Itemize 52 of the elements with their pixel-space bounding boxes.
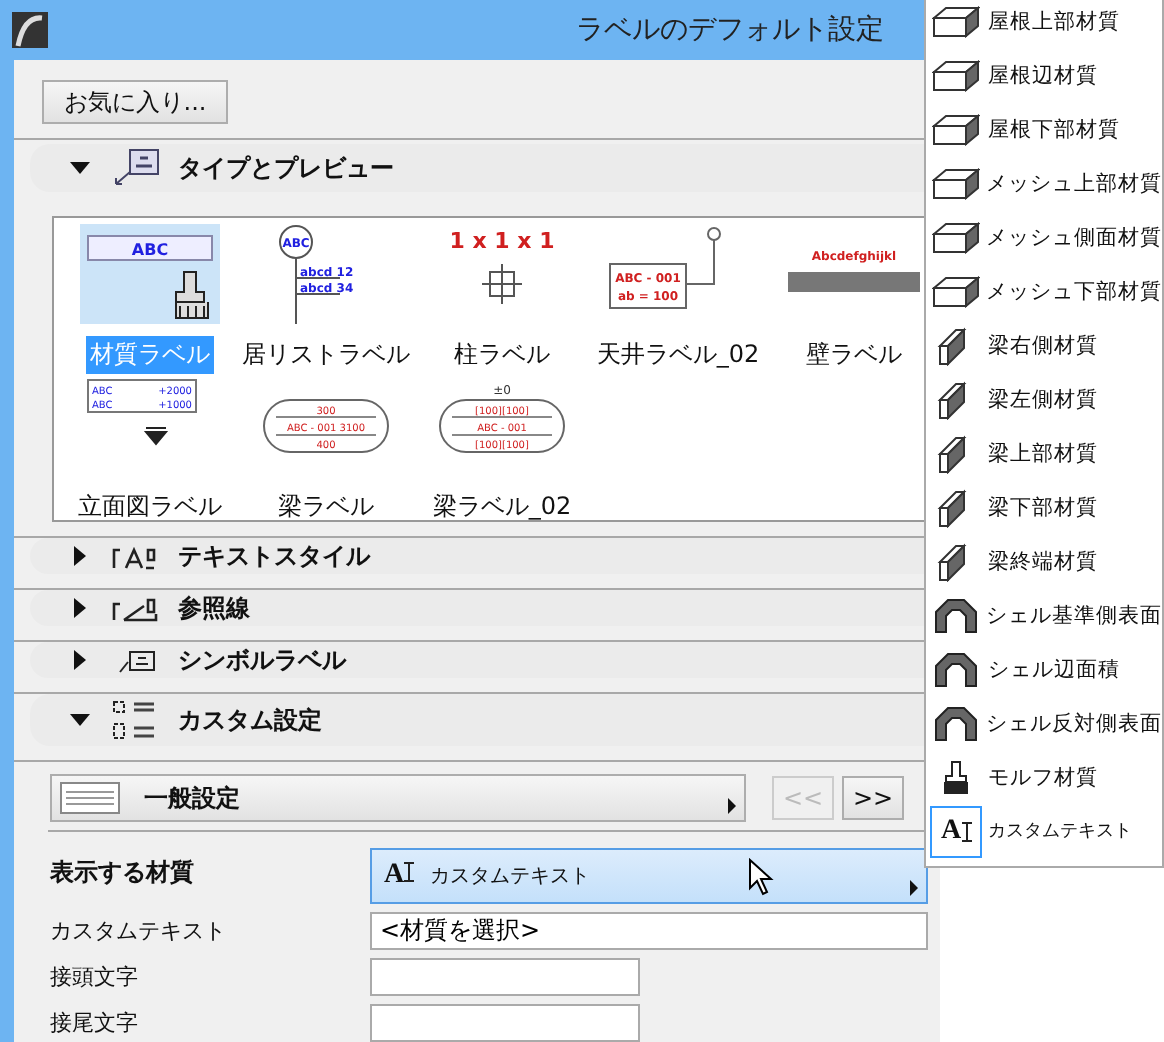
custom-text-icon: A [930,805,982,857]
field-label: 接尾文字 [50,1008,140,1038]
field-label: 接頭文字 [50,962,140,992]
preview-text: 1 x 1 x 1 [449,228,555,254]
section-title: シンボルラベル [178,643,346,677]
menu-item[interactable]: メッシュ下部材質 [930,264,1162,318]
menu-item[interactable]: 屋根上部材質 [930,0,1162,48]
app-logo-icon [12,12,48,48]
section-title: 参照線 [178,591,250,625]
panel-dropdown[interactable]: 一般設定 [50,774,746,822]
menu-item[interactable]: モルフ材質 [930,750,1162,804]
field-label: 表示する材質 [50,856,196,890]
label-type-name[interactable]: 壁ラベル [802,336,906,374]
mouse-cursor-icon [748,858,776,898]
menu-item[interactable]: 梁左側材質 [930,372,1162,426]
label-preview-drawing[interactable]: ABC [80,224,220,324]
expand-triangle-icon[interactable] [74,650,86,670]
label-type-name[interactable]: 立面図ラベル [74,488,226,526]
label-type-name[interactable]: 天井ラベル_02 [592,336,764,374]
expand-triangle-icon[interactable] [70,714,90,726]
field-label: カスタムテキスト [50,916,228,946]
next-button[interactable]: >> [842,776,904,820]
preview-text: ABC [131,241,169,259]
leader-line-icon [110,594,162,622]
input-field[interactable] [370,958,640,996]
window-title: ラベルのデフォルト設定 [576,12,884,48]
section-title: テキストスタイル [178,539,370,573]
label-type-name[interactable]: 居リストラベル [238,336,414,374]
menu-item[interactable]: 梁右側材質 [930,318,1162,372]
caret-icon [910,880,918,896]
label-type-name[interactable]: 柱ラベル [450,336,554,374]
menu-item[interactable]: 屋根辺材質 [930,48,1162,102]
section-title: カスタム設定 [178,703,322,737]
input-field[interactable] [370,1004,640,1042]
expand-triangle-icon[interactable] [74,598,86,618]
menu-item[interactable]: メッシュ側面材質 [930,210,1162,264]
input-field[interactable]: <材質を選択> [370,912,928,950]
leader-line [685,227,721,285]
material-dropdown[interactable]: A カスタムテキスト [370,848,928,904]
list-icon [60,782,120,814]
menu-item[interactable]: 梁下部材質 [930,480,1162,534]
caret-icon [728,798,736,814]
label-icon [110,148,162,188]
menu-item[interactable]: 梁上部材質 [930,426,1162,480]
section-title: タイプとプレビュー [178,151,394,185]
favorites-button[interactable]: お気に入り... [42,80,228,124]
expand-triangle-icon[interactable] [70,162,90,174]
label-preview-drawing[interactable]: 1 x 1 x 1 [432,224,572,324]
label-type-name[interactable]: 梁ラベル [274,488,378,526]
expand-triangle-icon[interactable] [74,546,86,566]
label-type-name[interactable]: 梁ラベル_02 [428,488,576,526]
menu-item[interactable]: A カスタムテキスト [930,804,1162,858]
